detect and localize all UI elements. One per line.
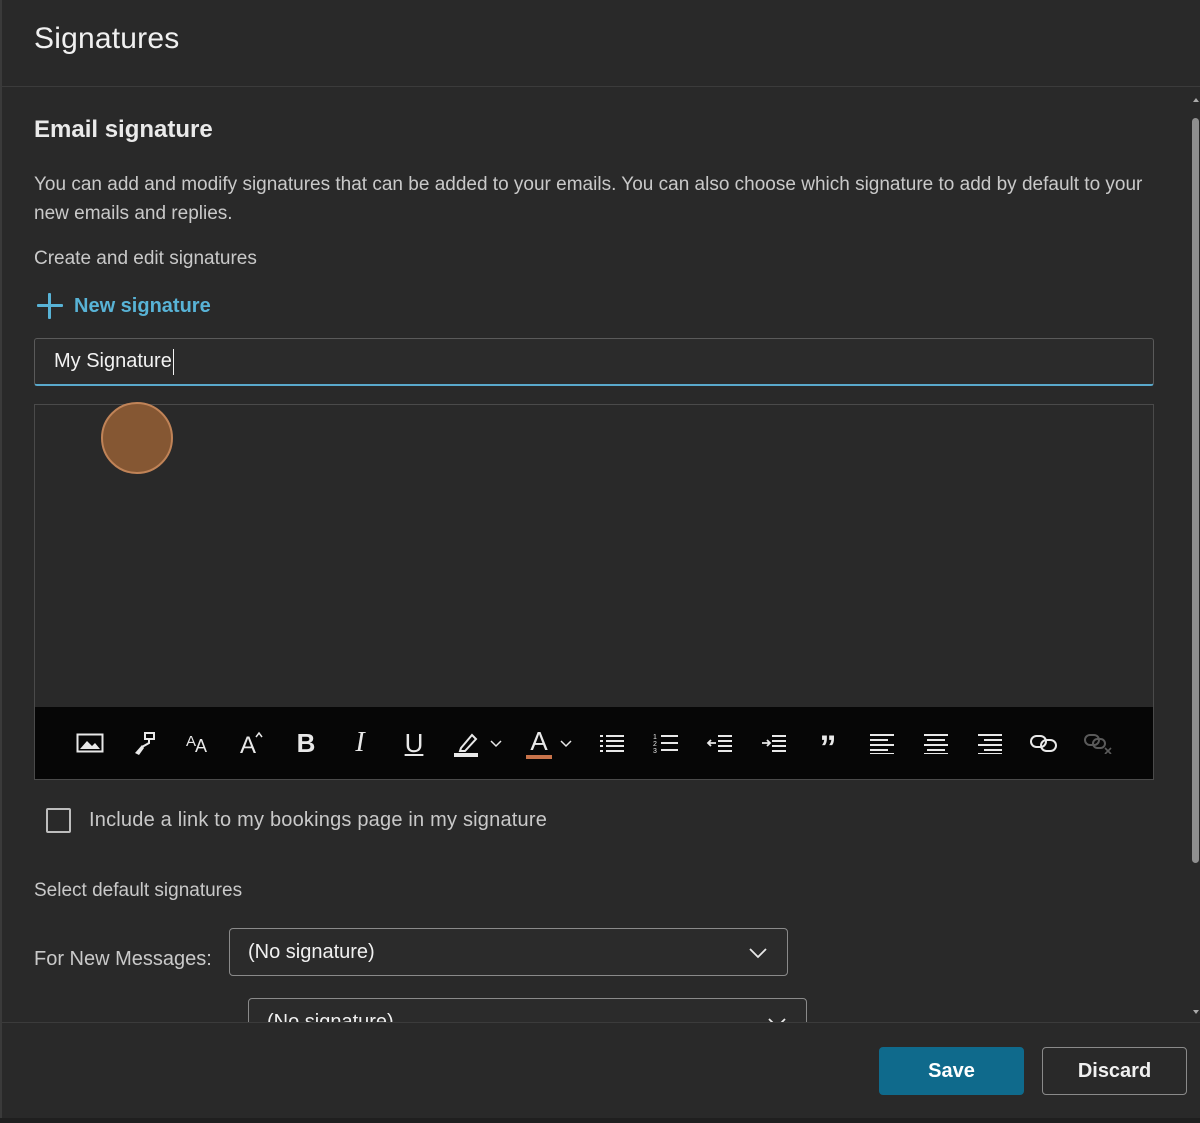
quote-button[interactable]: ”	[801, 723, 855, 767]
align-center-icon	[924, 734, 948, 754]
numbering-icon: 123	[653, 734, 678, 755]
font-color-button[interactable]: A	[513, 723, 585, 763]
format-painter-icon	[135, 732, 155, 755]
formatting-toolbar: AA A B I U A 1 2 3 ”	[35, 707, 1153, 779]
svg-text:1: 1	[653, 734, 657, 741]
signatures-dialog: Signatures Email signature You can add a…	[0, 0, 1200, 1118]
new-messages-dropdown[interactable]: (No signature)	[229, 928, 788, 976]
content-scrollbar[interactable]	[1188, 88, 1200, 1022]
underline-button[interactable]: U	[387, 723, 441, 763]
svg-text:A: A	[195, 736, 207, 755]
remove-link-icon	[1084, 734, 1112, 754]
text-caret	[172, 348, 174, 375]
svg-text:A: A	[240, 732, 256, 756]
bullets-icon	[600, 735, 624, 752]
signature-name-value: My Signature	[54, 350, 172, 372]
increase-font-size-icon: A	[240, 731, 263, 756]
scroll-down-arrow-icon[interactable]	[1193, 1010, 1199, 1014]
font-size-icon: AA	[186, 733, 207, 755]
svg-text:3: 3	[653, 748, 657, 755]
section-description: You can add and modify signatures that c…	[34, 174, 1143, 224]
align-left-icon	[870, 734, 894, 754]
font-color-icon: A	[526, 727, 552, 759]
bookings-link-option[interactable]: Include a link to my bookings page in my…	[46, 808, 547, 833]
section-title: Email signature	[34, 116, 213, 143]
font-color-glyph: A	[530, 726, 548, 756]
new-signature-label: New signature	[74, 294, 211, 317]
align-left-button[interactable]	[855, 723, 909, 763]
insert-picture-button[interactable]	[63, 723, 117, 763]
scrollbar-thumb[interactable]	[1192, 118, 1199, 863]
font-size-button[interactable]: AA	[171, 723, 225, 763]
italic-icon: I	[355, 727, 365, 758]
plus-icon	[36, 292, 64, 320]
bookings-link-checkbox[interactable]	[46, 808, 71, 833]
insert-picture-icon	[76, 733, 104, 753]
discard-button[interactable]: Discard	[1042, 1047, 1187, 1095]
scroll-up-arrow-icon[interactable]	[1193, 98, 1199, 102]
decrease-indent-button[interactable]	[693, 723, 747, 763]
signature-name-input[interactable]: My Signature	[34, 338, 1154, 386]
chevron-down-icon	[768, 1018, 786, 1022]
increase-font-size-button[interactable]: A	[225, 723, 279, 763]
chevron-down-icon	[749, 948, 767, 959]
new-signature-button[interactable]: New signature	[36, 292, 211, 320]
remove-link-button[interactable]	[1071, 723, 1125, 763]
align-right-icon	[978, 734, 1002, 754]
svg-text:2: 2	[653, 741, 657, 748]
insert-link-button[interactable]	[1017, 723, 1071, 763]
new-messages-value: (No signature)	[248, 940, 375, 963]
highlight-icon	[454, 733, 478, 757]
align-right-button[interactable]	[963, 723, 1017, 763]
increase-indent-icon	[762, 735, 786, 752]
increase-indent-button[interactable]	[747, 723, 801, 763]
decrease-indent-icon	[706, 735, 732, 752]
insert-link-icon	[1030, 735, 1057, 752]
bold-button[interactable]: B	[279, 723, 333, 763]
align-center-button[interactable]	[909, 723, 963, 763]
chevron-down-icon	[560, 740, 572, 748]
dialog-content: Email signature You can add and modify s…	[2, 88, 1188, 1022]
new-messages-label: For New Messages:	[34, 948, 212, 970]
default-signatures-title: Select default signatures	[34, 880, 243, 901]
mouse-cursor-indicator	[101, 402, 173, 474]
replies-dropdown[interactable]: (No signature)	[248, 998, 807, 1022]
numbering-button[interactable]: 123	[639, 723, 693, 763]
font-color-swatch	[526, 755, 552, 759]
chevron-down-icon	[490, 740, 502, 748]
signature-editor[interactable]: AA A B I U A 1 2 3 ”	[34, 402, 1154, 780]
bullets-button[interactable]	[585, 723, 639, 763]
replies-value: (No signature)	[267, 1010, 394, 1023]
create-edit-label: Create and edit signatures	[34, 248, 257, 269]
save-button[interactable]: Save	[879, 1047, 1024, 1095]
highlight-button[interactable]	[441, 723, 513, 763]
quote-icon: ”	[819, 729, 837, 767]
dialog-title: Signatures	[34, 22, 180, 55]
italic-button[interactable]: I	[333, 723, 387, 763]
dialog-header: Signatures	[2, 0, 1200, 87]
dialog-footer: Save Discard	[2, 1022, 1200, 1118]
bold-icon: B	[296, 727, 316, 758]
underline-icon: U	[404, 727, 424, 758]
format-painter-button[interactable]	[117, 723, 171, 763]
bookings-link-label: Include a link to my bookings page in my…	[89, 809, 548, 831]
